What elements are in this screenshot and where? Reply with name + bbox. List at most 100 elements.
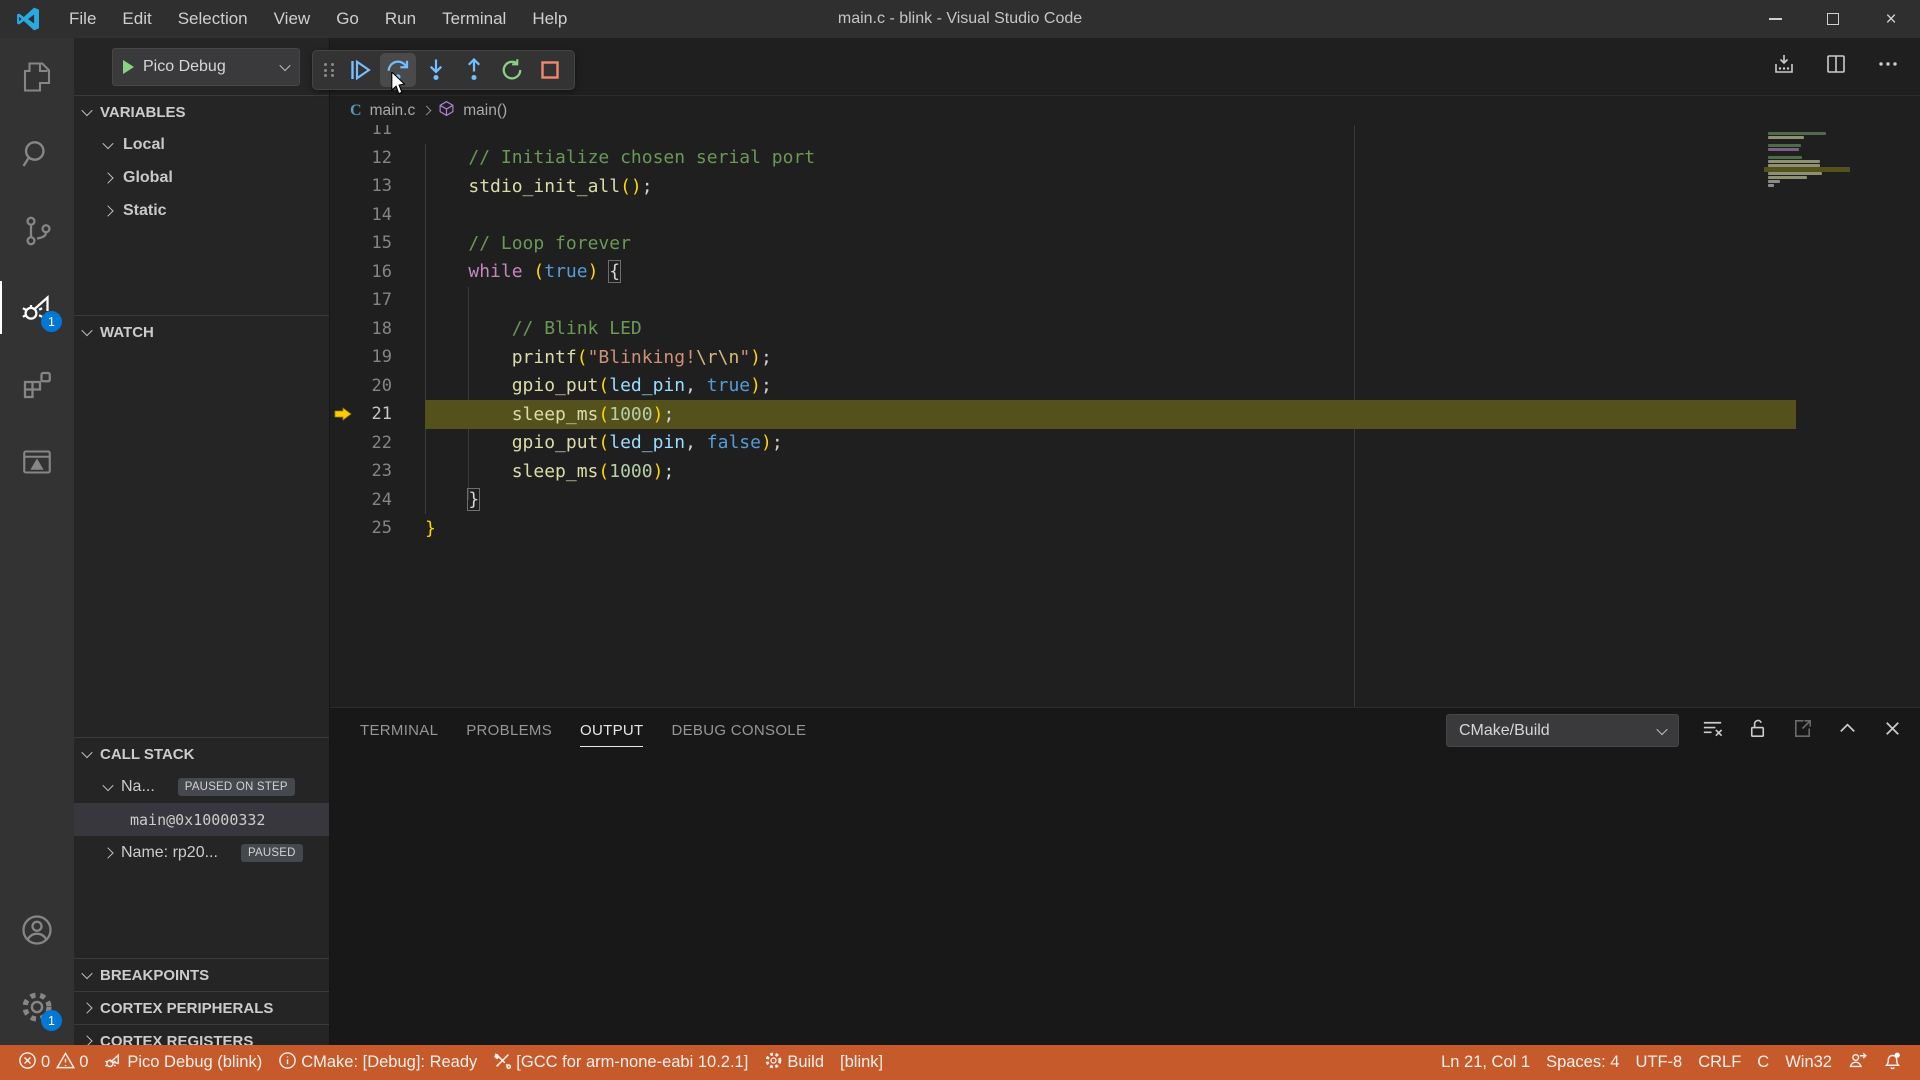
code-line-14[interactable]: 14 [330, 201, 1920, 230]
toolbar-drag-handle[interactable] [324, 63, 335, 77]
unlock-scroll-icon[interactable] [1746, 717, 1769, 745]
status-feedback[interactable] [1840, 1045, 1875, 1080]
code-line-23[interactable]: 23 sleep_ms(1000); [330, 457, 1920, 486]
minimap-line [1768, 140, 1832, 143]
extensions-icon[interactable] [0, 346, 74, 423]
minimap[interactable] [1768, 128, 1832, 187]
code-line-15[interactable]: 15 // Loop forever [330, 229, 1920, 258]
debug-toolbar[interactable] [312, 50, 575, 90]
status-notifications[interactable] [1875, 1045, 1910, 1080]
maximize-panel-icon[interactable] [1836, 717, 1859, 745]
continue-button[interactable] [342, 53, 378, 87]
chevron-down-icon [279, 59, 290, 70]
variables-header[interactable]: VARIABLES [74, 95, 329, 128]
call-stack-header[interactable]: CALL STACK [74, 737, 329, 770]
code-editor[interactable]: 1112 // Initialize chosen serial port13 … [330, 125, 1920, 707]
code-line-11[interactable]: 11 [330, 125, 1920, 144]
menu-go[interactable]: Go [323, 0, 372, 38]
status-encoding[interactable]: UTF-8 [1627, 1045, 1690, 1080]
panel-tab-debug-console[interactable]: DEBUG CONSOLE [657, 708, 820, 753]
panel-tab-output[interactable]: OUTPUT [566, 708, 657, 753]
status-problems[interactable]: 00 [10, 1045, 96, 1080]
source-control-icon[interactable] [0, 192, 74, 269]
menu-edit[interactable]: Edit [109, 0, 164, 38]
minimize-button[interactable] [1746, 0, 1804, 38]
status-cursor-position[interactable]: Ln 21, Col 1 [1433, 1045, 1538, 1080]
more-actions-icon[interactable] [1876, 52, 1900, 81]
chevron-right-icon [102, 172, 113, 183]
output-panel-content[interactable] [330, 753, 1920, 1045]
code-line-24[interactable]: 24 } [330, 486, 1920, 515]
menu-file[interactable]: File [56, 0, 109, 38]
settings-gear-icon[interactable]: 1 [0, 968, 74, 1045]
code-line-18[interactable]: 18 // Blink LED [330, 315, 1920, 344]
menu-view[interactable]: View [261, 0, 324, 38]
vscode-logo-icon[interactable] [0, 6, 56, 32]
debug-config-dropdown[interactable]: Pico Debug [112, 48, 300, 86]
status-language-mode[interactable]: C [1749, 1045, 1777, 1080]
stack-frame[interactable]: main@0x10000332 [74, 803, 329, 836]
status-eol[interactable]: CRLF [1690, 1045, 1749, 1080]
maximize-button[interactable] [1804, 0, 1862, 38]
thread-row[interactable]: Name: rp20...PAUSED [74, 836, 329, 869]
cortex-registers-header[interactable]: CORTEX REGISTERS [74, 1024, 329, 1045]
code-line-12[interactable]: 12 // Initialize chosen serial port [330, 144, 1920, 173]
variables-scope-global[interactable]: Global [74, 161, 329, 194]
code-line-25[interactable]: 25} [330, 514, 1920, 543]
status-indentation[interactable]: Spaces: 4 [1538, 1045, 1627, 1080]
status-cmake-build[interactable]: Build [756, 1045, 832, 1080]
activity-bar: 1 1 [0, 38, 74, 1045]
run-flash-icon[interactable] [1772, 52, 1796, 81]
clear-output-icon[interactable] [1701, 717, 1724, 745]
step-over-button[interactable] [380, 53, 416, 87]
code-line-19[interactable]: 19 printf("Blinking!\r\n"); [330, 343, 1920, 372]
close-button[interactable]: × [1862, 0, 1920, 38]
panel-tab-problems[interactable]: PROBLEMS [452, 708, 566, 753]
step-into-button[interactable] [418, 53, 454, 87]
status-cmake-kit[interactable]: [GCC for arm-none-eabi 10.2.1] [485, 1045, 756, 1080]
code-line-21[interactable]: 21 sleep_ms(1000); [330, 400, 1920, 429]
status-text: Ln 21, Col 1 [1441, 1053, 1530, 1072]
variables-scope-local[interactable]: Local [74, 128, 329, 161]
search-icon[interactable] [0, 115, 74, 192]
restart-button[interactable] [494, 53, 530, 87]
step-out-button[interactable] [456, 53, 492, 87]
breadcrumb-symbol[interactable]: main() [463, 102, 507, 120]
code-line-17[interactable]: 17 [330, 286, 1920, 315]
code-text: sleep_ms(1000); [425, 404, 674, 425]
status-build-target[interactable]: [blink] [832, 1045, 891, 1080]
status-cmake-status[interactable]: CMake: [Debug]: Ready [270, 1045, 485, 1080]
open-output-in-editor-icon[interactable] [1791, 717, 1814, 745]
breakpoints-header[interactable]: BREAKPOINTS [74, 958, 329, 991]
watch-header[interactable]: WATCH [74, 315, 329, 348]
debug-icon [104, 1051, 123, 1075]
breadcrumb-file[interactable]: main.c [370, 102, 416, 120]
status-debug-target[interactable]: Pico Debug (blink) [96, 1045, 270, 1080]
cortex-peripherals-header[interactable]: CORTEX PERIPHERALS [74, 991, 329, 1024]
menu-selection[interactable]: Selection [165, 0, 261, 38]
menu-run[interactable]: Run [372, 0, 429, 38]
code-line-22[interactable]: 22 gpio_put(led_pin, false); [330, 429, 1920, 458]
code-line-13[interactable]: 13 stdio_init_all(); [330, 172, 1920, 201]
start-debug-icon[interactable] [123, 60, 134, 74]
output-channel-dropdown[interactable]: CMake/Build [1446, 714, 1679, 747]
variables-scope-static[interactable]: Static [74, 194, 329, 227]
account-icon[interactable] [0, 891, 74, 968]
status-text: CRLF [1698, 1053, 1741, 1072]
explorer-icon[interactable] [0, 38, 74, 115]
close-panel-icon[interactable] [1881, 717, 1904, 745]
menu-terminal[interactable]: Terminal [429, 0, 519, 38]
line-number: 23 [356, 461, 392, 481]
menu-help[interactable]: Help [519, 0, 580, 38]
split-editor-icon[interactable] [1824, 52, 1848, 81]
status-platform[interactable]: Win32 [1777, 1045, 1840, 1080]
thread-row[interactable]: Na...PAUSED ON STEP [74, 770, 329, 803]
panel-tab-terminal[interactable]: TERMINAL [346, 708, 452, 753]
call-stack-label: Name: rp20... [121, 844, 218, 862]
code-line-20[interactable]: 20 gpio_put(led_pin, true); [330, 372, 1920, 401]
run-and-debug-icon[interactable]: 1 [0, 269, 74, 346]
cmake-icon[interactable] [0, 423, 74, 500]
stop-button[interactable] [532, 53, 568, 87]
code-line-16[interactable]: 16 while (true) { [330, 258, 1920, 287]
minimap-line [1768, 132, 1832, 135]
